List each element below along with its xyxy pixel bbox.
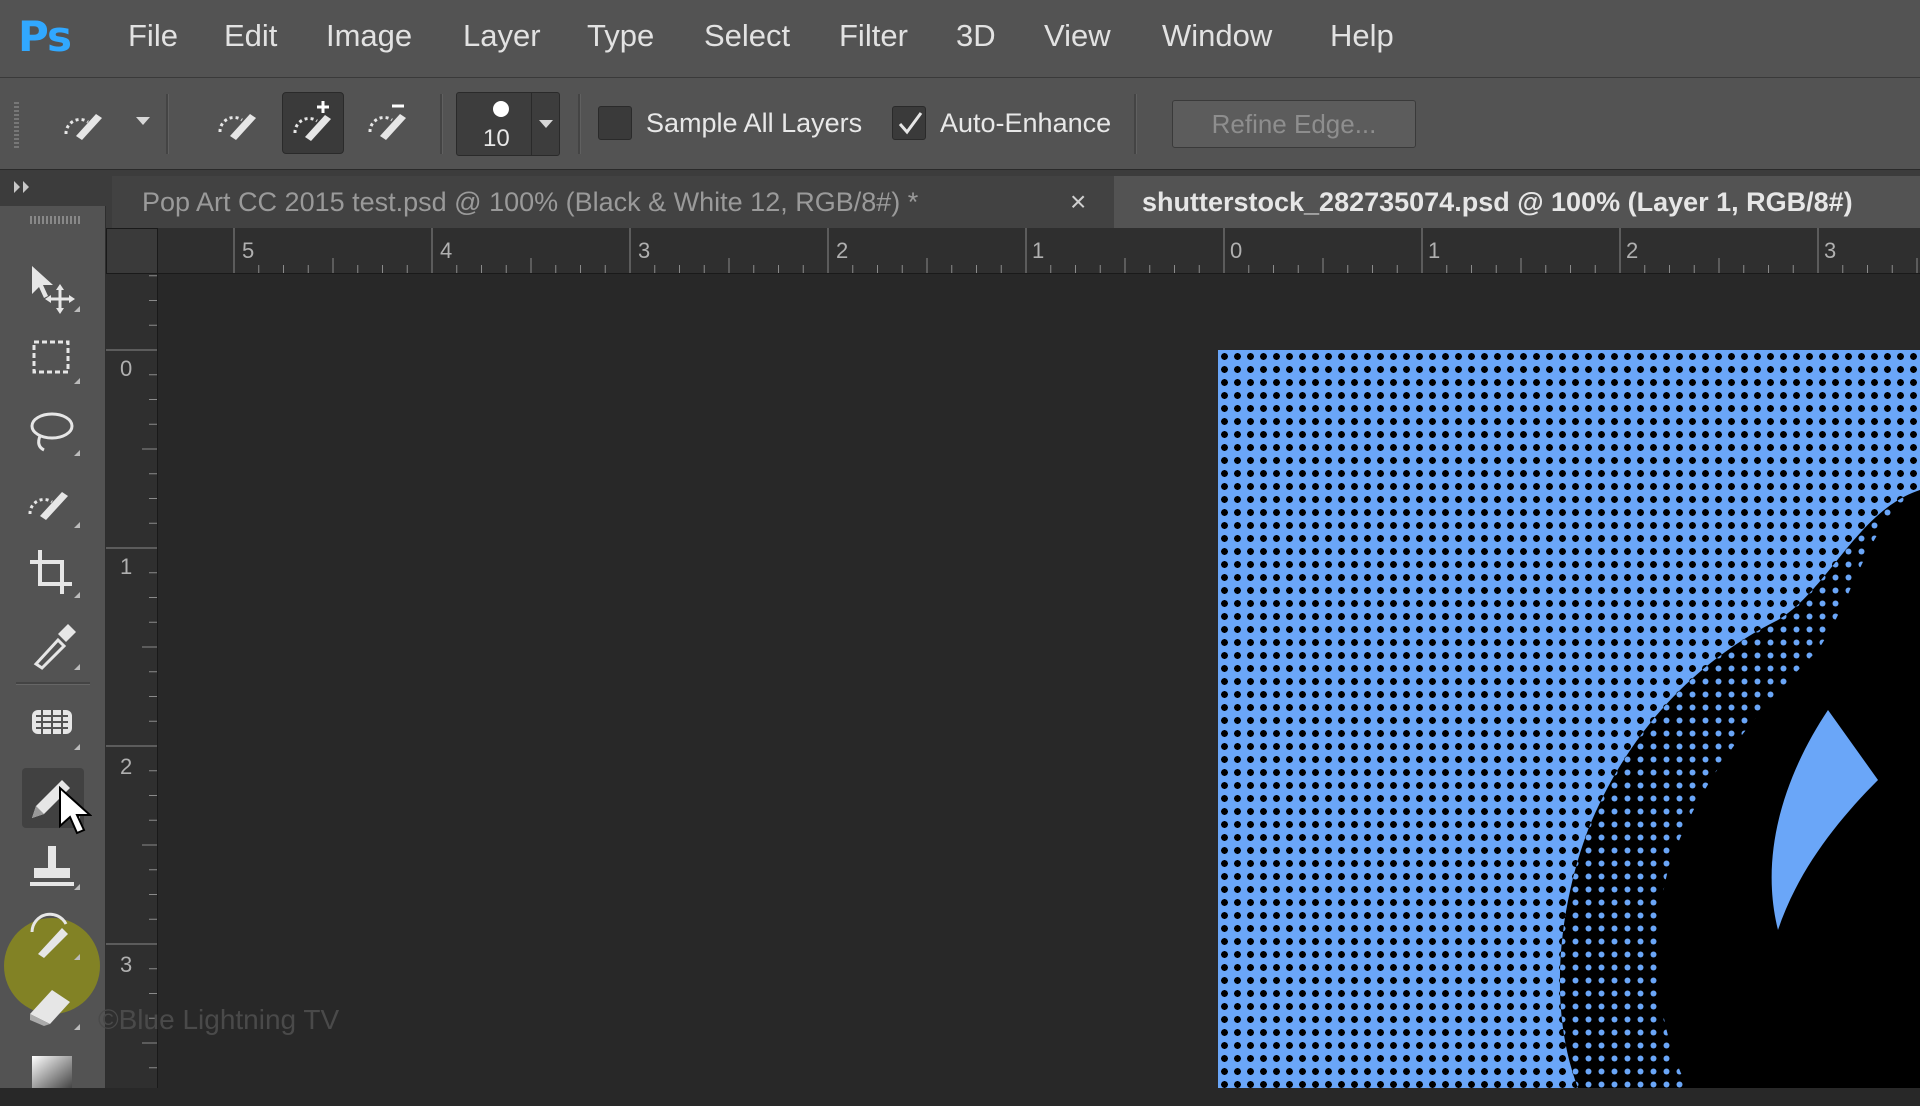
toolbox <box>0 170 106 1088</box>
menu-type[interactable]: Type <box>587 18 654 54</box>
add-to-selection-icon <box>293 101 331 141</box>
quick-selection-icon <box>64 114 102 140</box>
chevron-down-icon <box>539 120 553 128</box>
menu-select[interactable]: Select <box>704 18 790 54</box>
separator <box>166 94 169 154</box>
quick-selection-tool[interactable] <box>22 474 84 534</box>
toolbox-divider <box>16 682 90 685</box>
gradient-tool[interactable] <box>22 1046 84 1106</box>
separator <box>1134 94 1137 154</box>
ruler-label: 4 <box>440 238 453 263</box>
new-selection-icon <box>218 114 256 140</box>
menu-file[interactable]: File <box>128 18 178 54</box>
subtract-from-selection-button[interactable] <box>358 92 420 154</box>
toolbox-header <box>0 170 106 206</box>
watermark: ©Blue Lightning TV <box>98 1004 340 1035</box>
move-icon <box>32 266 80 314</box>
eyedropper-icon <box>33 624 80 670</box>
ruler-label: 5 <box>242 238 255 263</box>
healing-brush-tool[interactable] <box>22 696 84 756</box>
auto-enhance-label: Auto-Enhance <box>940 108 1112 138</box>
sample-all-layers-checkbox[interactable] <box>598 106 632 140</box>
menu-edit[interactable]: Edit <box>224 18 277 54</box>
new-selection-button[interactable] <box>208 92 270 154</box>
crop-tool[interactable] <box>22 544 84 604</box>
separator <box>440 94 443 154</box>
separator <box>578 94 581 154</box>
photoshop-logo: Ps <box>18 12 72 61</box>
expand-panel-icon[interactable] <box>10 174 40 204</box>
auto-enhance-checkbox[interactable] <box>892 106 926 140</box>
halftone-figure <box>1559 490 1920 1088</box>
ruler-label: 3 <box>1824 238 1837 263</box>
menu-window[interactable]: Window <box>1162 18 1272 54</box>
horizontal-ruler[interactable]: 5 4 3 2 1 0 1 2 3 <box>158 228 1920 274</box>
menu-filter[interactable]: Filter <box>839 18 908 54</box>
eraser-tool[interactable] <box>22 976 84 1036</box>
crop-icon <box>30 550 80 598</box>
subtract-from-selection-icon <box>368 104 406 140</box>
gradient-icon <box>32 1056 72 1088</box>
eyedropper-tool[interactable] <box>22 616 84 676</box>
menu-help[interactable]: Help <box>1330 18 1394 54</box>
menu-layer[interactable]: Layer <box>463 18 541 54</box>
ruler-label: 1 <box>120 554 133 579</box>
ruler-label: 1 <box>1428 238 1441 263</box>
options-bar: 10 Sample All Layers Auto-Enhance Refine… <box>0 78 1920 170</box>
toolbox-grip[interactable] <box>30 216 80 224</box>
add-to-selection-button[interactable] <box>282 92 344 154</box>
ruler-label: 2 <box>836 238 849 263</box>
rectangular-marquee-tool[interactable] <box>22 330 84 390</box>
ruler-label: 2 <box>1626 238 1639 263</box>
ruler-label: 0 <box>1230 238 1243 263</box>
brush-picker-dropdown[interactable] <box>531 93 560 155</box>
lasso-icon <box>30 412 80 456</box>
mouse-cursor-icon <box>58 785 93 843</box>
canvas-area[interactable] <box>158 274 1920 1088</box>
brush-size-value: 10 <box>483 125 510 152</box>
rectangular-marquee-icon <box>32 340 80 384</box>
quick-selection-icon <box>28 492 80 528</box>
menu-view[interactable]: View <box>1044 18 1111 54</box>
tab-title: shutterstock_282735074.psd @ 100% (Layer… <box>1142 187 1853 217</box>
chevron-down-icon[interactable] <box>134 114 152 133</box>
ruler-origin[interactable] <box>106 228 158 274</box>
move-tool[interactable] <box>22 258 84 318</box>
sample-all-layers-label: Sample All Layers <box>646 108 863 138</box>
options-bar-grip[interactable] <box>14 102 19 148</box>
refine-edge-button[interactable]: Refine Edge... <box>1172 100 1416 148</box>
checkmark-icon <box>898 112 923 135</box>
tab-title: Pop Art CC 2015 test.psd @ 100% (Black &… <box>142 187 919 217</box>
document-tab-bar: Pop Art CC 2015 test.psd @ 100% (Black &… <box>106 170 1920 228</box>
history-brush-tool[interactable] <box>22 906 84 966</box>
ruler-label: 1 <box>1032 238 1045 263</box>
menu-image[interactable]: Image <box>326 18 412 54</box>
ruler-label: 3 <box>120 952 133 977</box>
menu-bar: Ps File Edit Image Layer Type Select Fil… <box>0 0 1920 78</box>
history-brush-icon <box>30 912 80 960</box>
clone-stamp-tool[interactable] <box>22 836 84 896</box>
lasso-tool[interactable] <box>22 402 84 462</box>
eraser-icon <box>30 990 80 1030</box>
tab-pop-art-document[interactable]: Pop Art CC 2015 test.psd @ 100% (Black &… <box>112 176 1114 228</box>
brush-picker[interactable]: 10 <box>456 92 560 156</box>
document-image[interactable] <box>1218 350 1920 1088</box>
vertical-ruler[interactable]: 0 1 2 3 <box>106 274 158 1088</box>
ruler-label: 2 <box>120 754 133 779</box>
tool-preset-picker[interactable] <box>56 92 118 154</box>
clone-stamp-icon <box>30 846 80 890</box>
brush-tip-preview <box>493 101 509 117</box>
menu-3d[interactable]: 3D <box>956 18 996 54</box>
close-icon[interactable]: × <box>1070 176 1086 228</box>
tab-shutterstock-document[interactable]: shutterstock_282735074.psd @ 100% (Layer… <box>1114 176 1920 228</box>
ruler-label: 0 <box>120 356 133 381</box>
healing-brush-icon <box>32 710 80 750</box>
ruler-label: 3 <box>638 238 651 263</box>
